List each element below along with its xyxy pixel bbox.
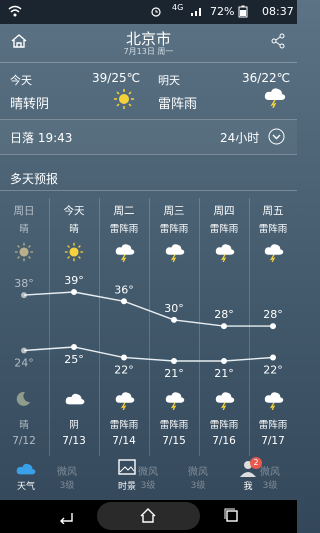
low-temp-label: 21° bbox=[164, 367, 184, 380]
high-temp-point bbox=[21, 292, 27, 299]
high-temp-point bbox=[270, 323, 276, 330]
nav-item[interactable]: 微风 3级 bbox=[127, 455, 169, 503]
high-temp-label: 36° bbox=[114, 283, 134, 296]
low-temp-point bbox=[270, 354, 276, 361]
high-temp-point bbox=[221, 323, 227, 330]
nav-label: 微风 bbox=[57, 467, 77, 478]
high-temp-label: 38° bbox=[14, 277, 34, 290]
nav-item[interactable]: 微风 3级 bbox=[177, 455, 219, 503]
low-temp-line bbox=[23, 346, 274, 362]
high-temp-point bbox=[171, 316, 177, 323]
high-temp-label: 39° bbox=[64, 274, 84, 287]
weather-icon bbox=[5, 459, 47, 479]
high-temp-label: 28° bbox=[214, 308, 234, 321]
high-temp-line bbox=[23, 291, 273, 327]
nav-label: 微风 bbox=[138, 467, 158, 478]
back-icon[interactable] bbox=[58, 509, 74, 528]
high-temp-point bbox=[121, 298, 127, 305]
high-temp-point bbox=[71, 289, 77, 295]
nav-label: 天气 bbox=[16, 482, 35, 492]
low-temp-label: 22° bbox=[114, 364, 134, 377]
nav-sublabel: 3级 bbox=[59, 481, 75, 491]
high-temp-label: 28° bbox=[263, 308, 283, 321]
temperature-chart: 38° 39° 36° 30° 28° 28° 24° 25° 22° 21° 21° 22° bbox=[14, 274, 283, 380]
low-temp-point bbox=[171, 358, 177, 364]
nav-item[interactable]: 微风 3级 bbox=[46, 455, 88, 503]
low-temp-label: 22° bbox=[263, 364, 283, 377]
system-navbar bbox=[0, 500, 297, 533]
home-button-icon[interactable] bbox=[140, 508, 156, 527]
low-temp-label: 21° bbox=[214, 367, 234, 380]
recents-icon[interactable] bbox=[224, 508, 239, 527]
low-temp-point bbox=[221, 358, 227, 364]
nav-sublabel: 3级 bbox=[140, 481, 156, 491]
low-temp-point bbox=[21, 347, 27, 354]
nav-label: 微风 bbox=[188, 467, 208, 478]
low-temp-label: 25° bbox=[64, 353, 84, 366]
nav-item[interactable]: 天气 bbox=[5, 455, 47, 503]
nav-item[interactable]: 微风 3级 bbox=[249, 455, 291, 503]
high-temp-label: 30° bbox=[164, 302, 184, 315]
nav-label: 微风 bbox=[260, 467, 280, 478]
nav-sublabel: 3级 bbox=[190, 481, 206, 491]
low-temp-point bbox=[71, 344, 77, 350]
low-temp-label: 24° bbox=[14, 357, 34, 370]
low-temp-point bbox=[121, 354, 127, 361]
nav-sublabel: 3级 bbox=[262, 481, 278, 491]
